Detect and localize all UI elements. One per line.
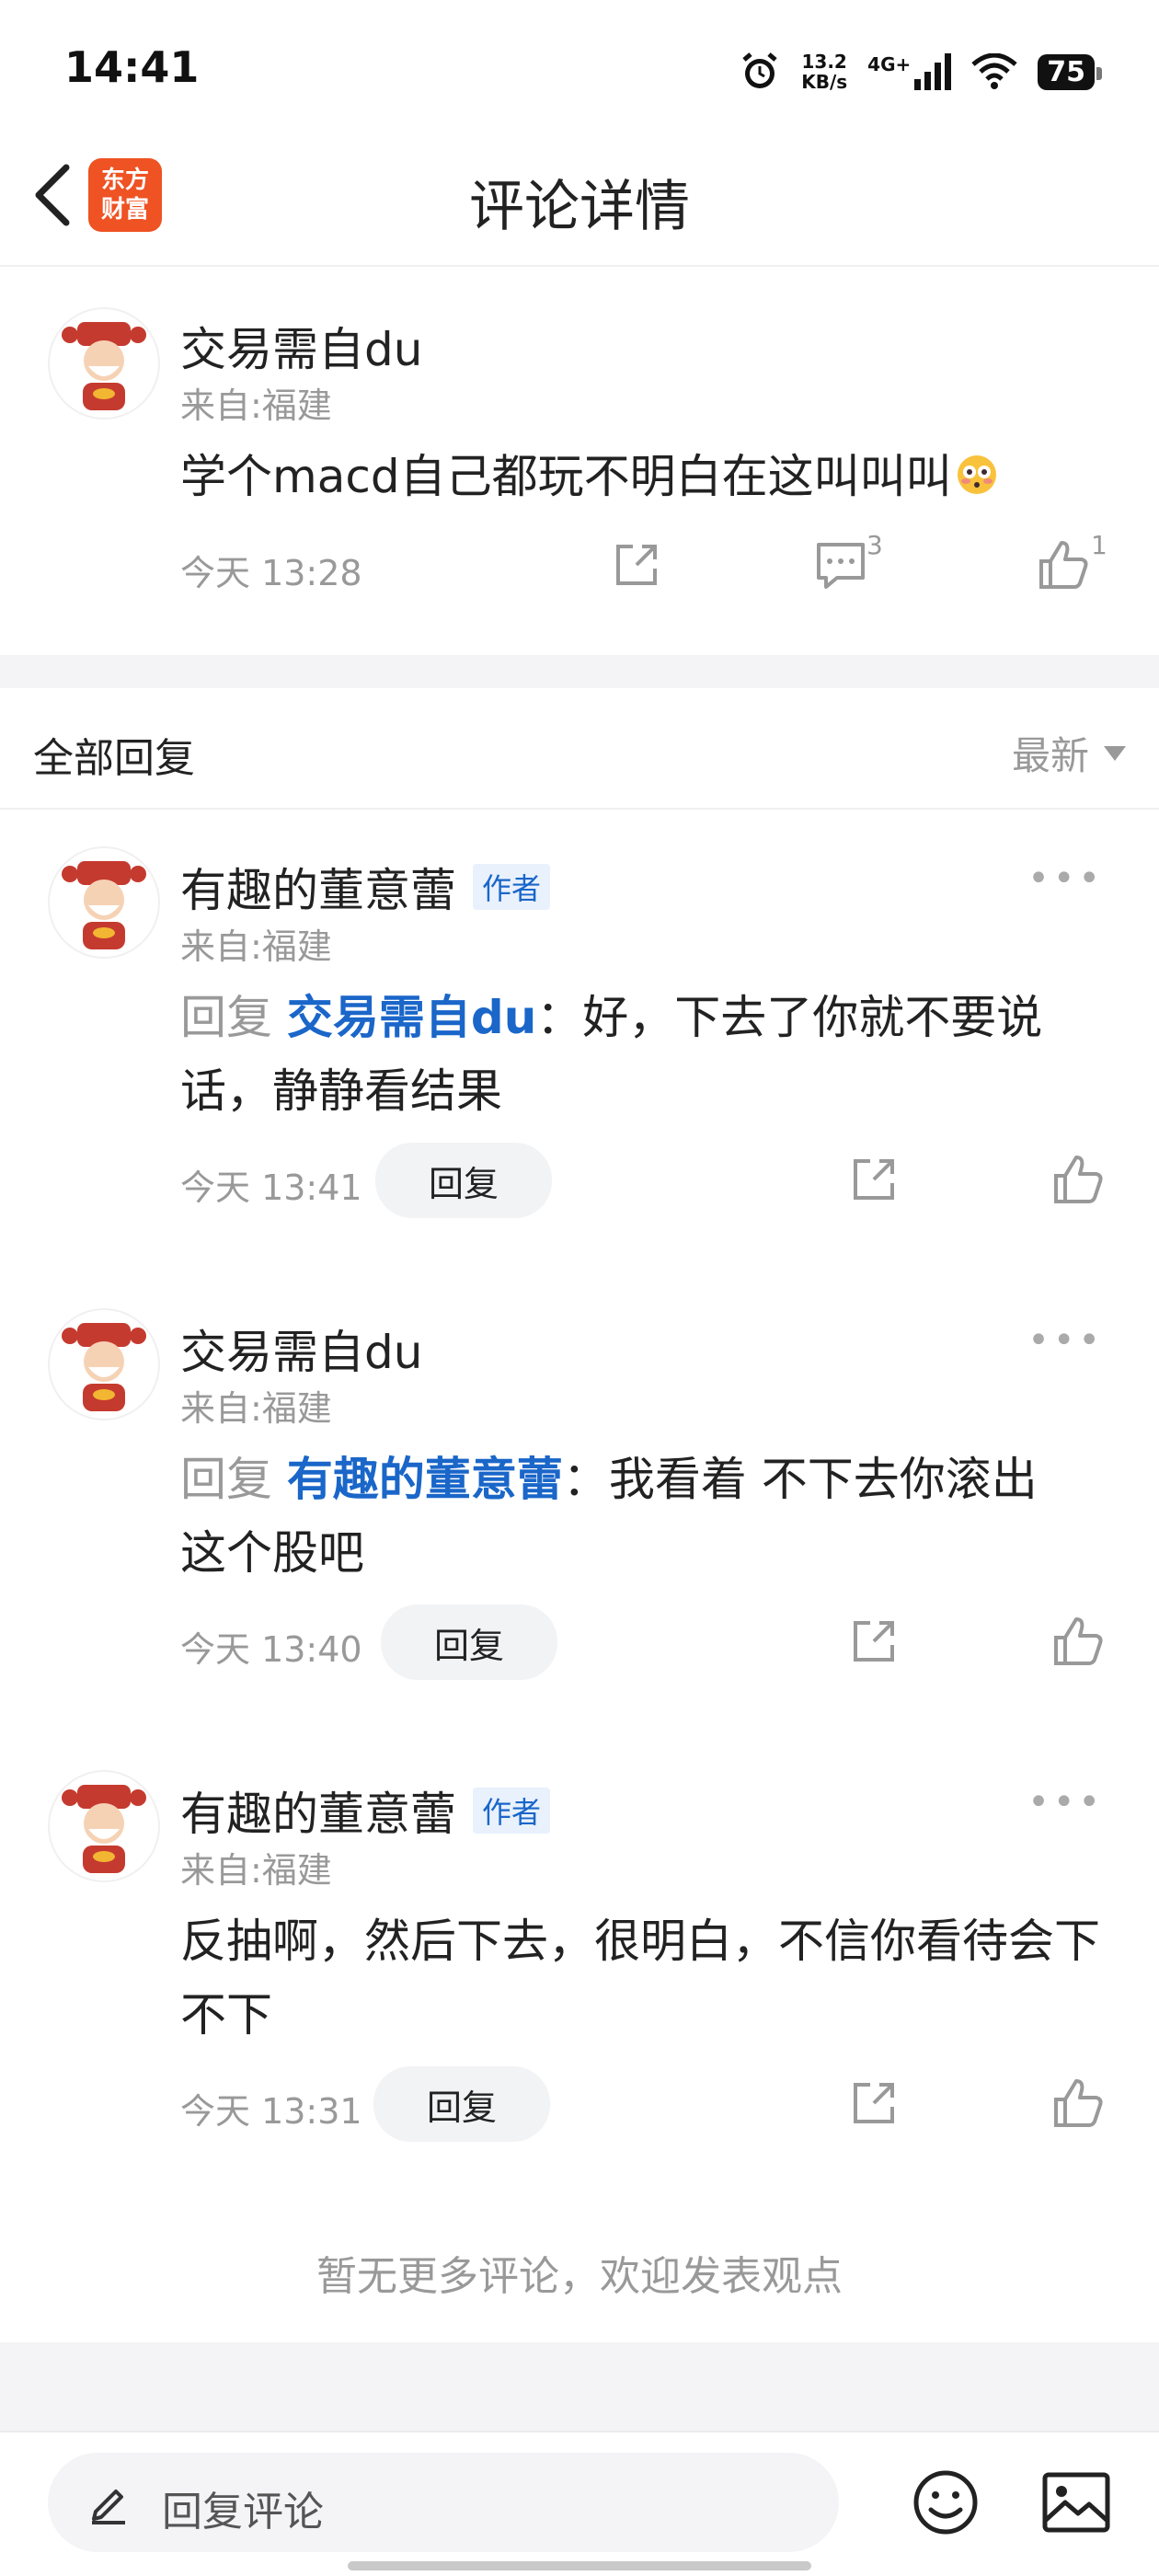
alarm-icon (742, 52, 777, 88)
reply-time: 今天 13:40 (180, 1629, 362, 1670)
reply-time: 今天 13:31 (180, 2091, 362, 2132)
network-type: 4G+ (867, 53, 912, 75)
share-button[interactable] (846, 2076, 901, 2134)
reply-prefix: 回复 (180, 991, 287, 1044)
reply-input-placeholder: 回复评论 (162, 2489, 324, 2536)
share-button[interactable] (846, 1614, 901, 1673)
author-badge: 作者 (473, 864, 551, 910)
sort-label: 最新 (1011, 733, 1089, 778)
like-button[interactable] (1050, 1614, 1106, 1673)
flushed-emoji-icon (957, 455, 996, 494)
reply-target-user[interactable]: 有趣的董意蕾 (287, 1453, 563, 1506)
post-content-text: 学个macd自己都玩不明白在这叫叫叫 (180, 450, 952, 503)
share-icon (854, 1159, 894, 1200)
avatar-caishen-icon (62, 861, 146, 949)
reply-text: 反抽啊，然后下去，很明白，不信你看待会下不下 (180, 1915, 1100, 2041)
author-badge: 作者 (473, 1788, 551, 1834)
reply-location: 来自:福建 (180, 926, 332, 967)
reply-item: 交易需自du ••• 来自:福建 回复 有趣的董意蕾：我看着 不下去你滚出这个股… (0, 1308, 1159, 1722)
section-separator (0, 655, 1159, 688)
home-indicator (348, 2561, 811, 2570)
share-icon (854, 1621, 894, 1662)
reply-item: 有趣的董意蕾 作者 ••• 来自:福建 回复 交易需自du：好，下去了你就不要说… (0, 846, 1159, 1260)
reply-content: 回复 交易需自du：好，下去了你就不要说话，静静看结果 (180, 981, 1082, 1128)
all-replies-title: 全部回复 (33, 735, 195, 782)
like-button[interactable] (1036, 537, 1091, 596)
post-location: 来自:福建 (180, 385, 332, 426)
avatar[interactable] (48, 307, 160, 420)
battery-indicator: 75 (1038, 53, 1102, 90)
post-content: 学个macd自己都玩不明白在这叫叫叫 (180, 440, 1119, 513)
share-button[interactable] (609, 537, 664, 596)
avatar[interactable] (48, 1308, 160, 1420)
pencil-icon (92, 2490, 125, 2524)
smiley-icon (913, 2470, 978, 2535)
caret-down-icon (1104, 745, 1126, 761)
reply-input[interactable]: 回复评论 (48, 2453, 839, 2552)
network-speed-value: 13.2 (801, 51, 847, 73)
thumbs-up-icon (1054, 1617, 1103, 1665)
reply-content: 反抽啊，然后下去，很明白，不信你看待会下不下 (180, 1904, 1100, 2052)
like-button[interactable] (1050, 2076, 1106, 2134)
status-time: 14:41 (64, 42, 200, 92)
comment-button[interactable] (813, 537, 868, 596)
bottom-spacer (0, 2342, 1159, 2431)
avatar-caishen-icon (62, 1785, 146, 1873)
network-speed: 13.2 KB/s (801, 52, 847, 92)
reply-content: 回复 有趣的董意蕾：我看着 不下去你滚出这个股吧 (180, 1443, 1082, 1590)
reply-author-name[interactable]: 有趣的董意蕾 (180, 1777, 456, 1844)
reply-time: 今天 13:41 (180, 1167, 362, 1208)
status-icons: 13.2 KB/s 4G+ 75 (739, 44, 1102, 99)
reply-author-name[interactable]: 有趣的董意蕾 (180, 854, 456, 920)
more-options-button[interactable]: ••• (1027, 1781, 1104, 1823)
sort-dropdown[interactable]: 最新 (1012, 725, 1126, 781)
share-icon (854, 2083, 894, 2123)
comment-icon (817, 543, 865, 589)
share-icon (616, 545, 657, 585)
reply-location: 来自:福建 (180, 1850, 332, 1891)
image-icon (1042, 2472, 1110, 2533)
like-button[interactable] (1050, 1152, 1106, 1211)
thumbs-up-icon (1039, 541, 1088, 589)
wifi-icon (971, 53, 1017, 89)
reply-button[interactable]: 回复 (375, 1143, 552, 1218)
reply-item: 有趣的董意蕾 作者 ••• 来自:福建 反抽啊，然后下去，很明白，不信你看待会下… (0, 1770, 1159, 2184)
reply-button[interactable]: 回复 (373, 2066, 550, 2142)
avatar[interactable] (48, 846, 160, 959)
share-button[interactable] (846, 1152, 901, 1211)
like-count: 1 (1091, 530, 1107, 560)
reply-location: 来自:福建 (180, 1388, 332, 1429)
avatar[interactable] (48, 1770, 160, 1882)
more-options-button[interactable]: ••• (1027, 1319, 1104, 1362)
comment-count: 3 (866, 530, 883, 560)
thumbs-up-icon (1054, 2079, 1103, 2127)
cellular-signal: 4G+ (867, 53, 952, 90)
page-title: 评论详情 (469, 175, 690, 239)
reply-button[interactable]: 回复 (381, 1604, 557, 1680)
network-speed-unit: KB/s (801, 71, 848, 93)
image-button[interactable] (1041, 2471, 1111, 2537)
reply-prefix: 回复 (180, 1453, 287, 1506)
more-options-button[interactable]: ••• (1027, 857, 1104, 900)
header-divider (0, 265, 1159, 267)
avatar-caishen-icon (62, 322, 146, 410)
reply-target-user[interactable]: 交易需自du (287, 991, 536, 1044)
avatar-caishen-icon (62, 1323, 146, 1411)
bottom-bar-divider (0, 2431, 1159, 2432)
no-more-comments-note: 暂无更多评论，欢迎发表观点 (316, 2253, 843, 2300)
replies-header-divider (0, 808, 1159, 810)
post-author-name[interactable]: 交易需自du (180, 313, 422, 379)
emoji-button[interactable] (911, 2467, 981, 2541)
reply-author-name[interactable]: 交易需自du (180, 1316, 422, 1382)
post-time: 今天 13:28 (180, 553, 362, 593)
thumbs-up-icon (1054, 1156, 1103, 1203)
signal-bars-icon (914, 53, 952, 90)
